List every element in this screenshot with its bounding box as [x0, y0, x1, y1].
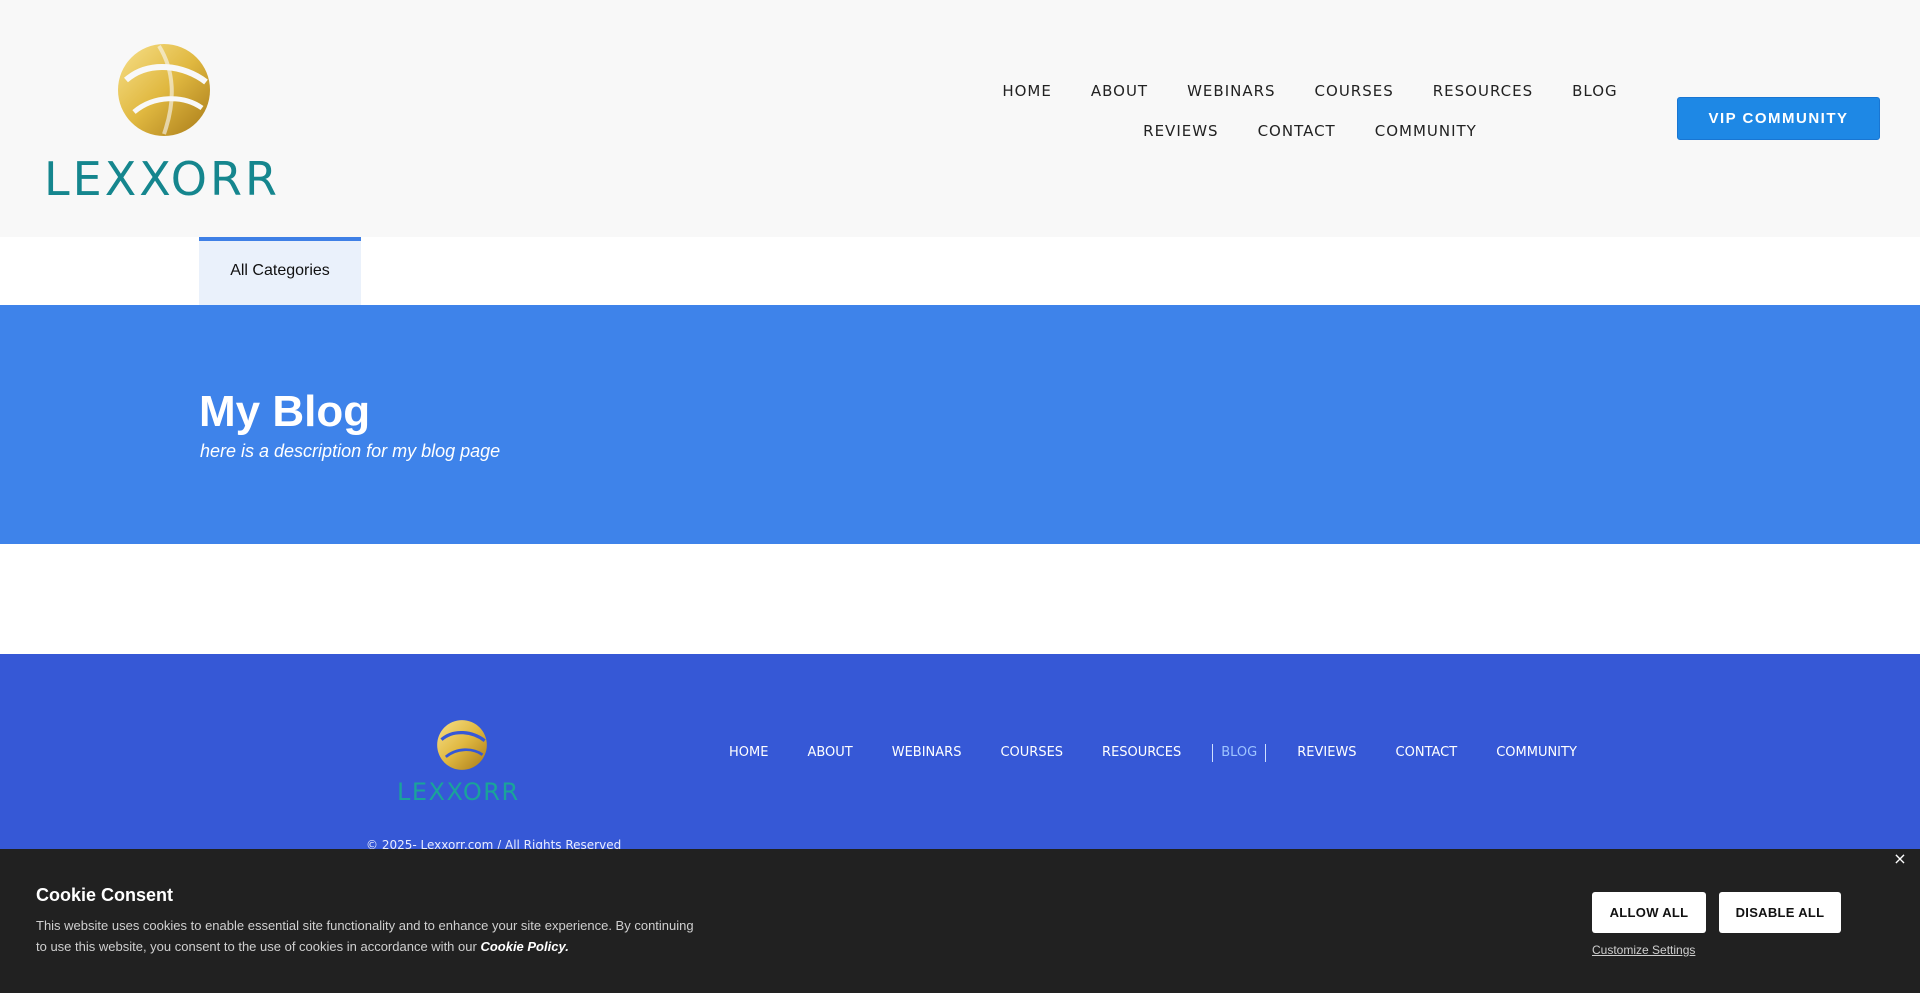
nav-about[interactable]: ABOUT	[1091, 80, 1148, 102]
cookie-text-line-1: This website uses cookies to enable esse…	[36, 918, 694, 933]
blog-hero: My Blog here is a description for my blo…	[0, 305, 1920, 544]
page-title: My Blog	[199, 387, 371, 436]
cookie-text-line-2: to use this website, you consent to the …	[36, 939, 477, 954]
category-tabs: All Categories	[0, 237, 1920, 305]
nav-resources[interactable]: RESOURCES	[1433, 80, 1533, 102]
footer-nav-home[interactable]: HOME	[729, 744, 768, 762]
site-header: LEXXORR HOME ABOUT WEBINARS COURSES RESO…	[0, 0, 1920, 237]
nav-blog[interactable]: BLOG	[1572, 80, 1618, 102]
close-icon[interactable]: ×	[1892, 851, 1908, 867]
site-logo[interactable]: LEXXORR	[44, 40, 284, 206]
footer-nav-blog[interactable]: BLOG	[1212, 744, 1267, 762]
page-description: here is a description for my blog page	[200, 441, 501, 461]
cookie-title: Cookie Consent	[36, 885, 174, 905]
vip-community-button[interactable]: VIP COMMUNITY	[1677, 97, 1880, 140]
main-nav-row-1: HOME ABOUT WEBINARS COURSES RESOURCES BL…	[990, 80, 1630, 102]
footer-nav-reviews[interactable]: REVIEWS	[1297, 744, 1356, 762]
cookie-description: This website uses cookies to enable esse…	[36, 915, 696, 957]
footer-nav-contact[interactable]: CONTACT	[1396, 744, 1458, 762]
globe-logo-icon	[437, 720, 487, 770]
footer-nav-webinars[interactable]: WEBINARS	[892, 744, 962, 762]
allow-all-button[interactable]: ALLOW ALL	[1592, 892, 1706, 933]
footer-nav-community[interactable]: COMMUNITY	[1496, 744, 1577, 762]
footer-nav: HOME ABOUT WEBINARS COURSES RESOURCES BL…	[729, 744, 1616, 762]
footer-nav-about[interactable]: ABOUT	[807, 744, 852, 762]
nav-community[interactable]: COMMUNITY	[1375, 120, 1477, 142]
tab-all-categories[interactable]: All Categories	[199, 237, 361, 305]
globe-logo-icon	[118, 44, 210, 136]
cookie-policy-link[interactable]: Cookie Policy.	[480, 939, 568, 954]
nav-contact[interactable]: CONTACT	[1258, 120, 1336, 142]
footer-logo[interactable]: LEXXORR	[397, 718, 527, 808]
nav-home[interactable]: HOME	[1002, 80, 1052, 102]
footer-nav-resources[interactable]: RESOURCES	[1102, 744, 1181, 762]
main-nav: HOME ABOUT WEBINARS COURSES RESOURCES BL…	[990, 80, 1630, 160]
footer-nav-courses[interactable]: COURSES	[1000, 744, 1063, 762]
customize-settings-link[interactable]: Customize Settings	[1592, 943, 1695, 957]
nav-courses[interactable]: COURSES	[1315, 80, 1394, 102]
cookie-consent-banner: Cookie Consent This website uses cookies…	[0, 849, 1920, 993]
footer-logo-wordmark: LEXXORR	[397, 778, 520, 806]
disable-all-button[interactable]: DISABLE ALL	[1719, 892, 1841, 933]
main-nav-row-2: REVIEWS CONTACT COMMUNITY	[990, 120, 1630, 142]
nav-reviews[interactable]: REVIEWS	[1143, 120, 1218, 142]
logo-wordmark: LEXXORR	[44, 152, 280, 206]
nav-webinars[interactable]: WEBINARS	[1187, 80, 1275, 102]
